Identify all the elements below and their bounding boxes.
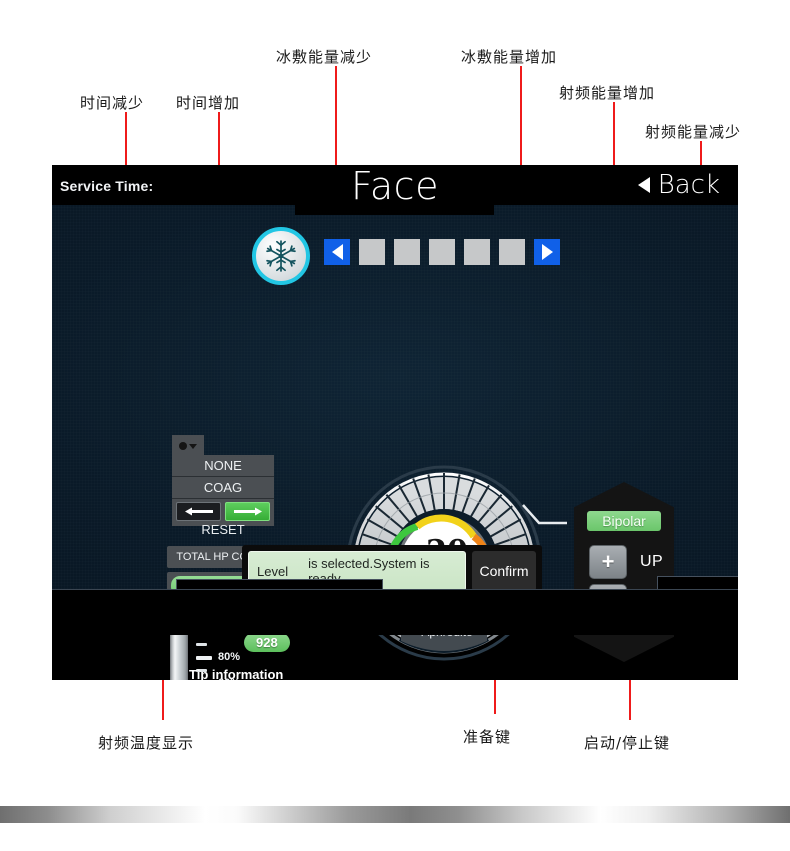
dot-icon <box>179 442 187 450</box>
cooling-segment[interactable] <box>464 239 490 265</box>
confirm-button[interactable]: Confirm <box>472 551 536 591</box>
cooling-increase-button[interactable] <box>534 239 560 265</box>
rf-increase-button[interactable]: + <box>589 545 627 579</box>
arrow-left-icon <box>184 507 213 516</box>
mode-option-coag[interactable]: COAG <box>172 477 274 499</box>
tip-information-label: Tip information <box>189 667 284 680</box>
device-panel: Service Time: Face Back NONE COAG RESET … <box>52 165 738 680</box>
annotation-ready-key: 准备键 <box>463 728 512 746</box>
snowflake-icon[interactable] <box>252 227 310 285</box>
time-increase-button[interactable] <box>225 502 270 521</box>
cooling-segment[interactable] <box>359 239 385 265</box>
annotation-rf-energy-decrease: 射频能量减少 <box>645 123 742 141</box>
metallic-divider <box>0 806 790 823</box>
cooling-segment[interactable] <box>394 239 420 265</box>
snowflake-glyph <box>266 240 296 272</box>
cooling-level-stepper <box>324 239 560 265</box>
page-title: Face <box>351 165 439 208</box>
annotation-time-decrease: 时间减少 <box>80 94 145 112</box>
annotation-start-stop-key: 启动/停止键 <box>584 734 671 752</box>
device-screen: Service Time: Face Back NONE COAG RESET … <box>52 165 738 680</box>
mode-option-none[interactable]: NONE <box>172 455 274 477</box>
time-decrease-button[interactable] <box>176 502 221 521</box>
annotation-time-increase: 时间增加 <box>176 94 241 112</box>
rf-up-label: UP <box>640 553 664 570</box>
bipolar-mode-label[interactable]: Bipolar <box>587 511 661 531</box>
thermometer-tick-label: 80% <box>218 651 241 663</box>
annotation-rf-energy-increase: 射频能量增加 <box>559 84 656 102</box>
annotation-rf-temperature-display: 射频温度显示 <box>98 734 195 752</box>
back-button-label: Back <box>657 170 720 200</box>
screen-bottom-right-step <box>657 576 738 590</box>
cooling-segment[interactable] <box>499 239 525 265</box>
cooling-decrease-button[interactable] <box>324 239 350 265</box>
mode-dropdown-toggle[interactable] <box>172 435 204 457</box>
tip-value-badge: 928 <box>244 633 290 652</box>
cooling-segment[interactable] <box>429 239 455 265</box>
triangle-right-icon <box>541 244 553 260</box>
triangle-left-icon <box>331 244 343 260</box>
annotation-cool-energy-decrease: 冰敷能量减少 <box>276 48 373 66</box>
status-prefix: Level <box>257 563 289 579</box>
mode-panel: NONE COAG <box>172 455 274 526</box>
back-button[interactable]: Back <box>637 170 720 200</box>
triangle-left-icon <box>637 177 650 193</box>
screen-bottom-bezel <box>52 589 738 635</box>
chevron-down-icon <box>189 443 197 449</box>
arrow-right-icon <box>233 507 262 516</box>
reset-label[interactable]: RESET <box>172 522 274 537</box>
annotation-cool-energy-increase: 冰敷能量增加 <box>461 48 558 66</box>
